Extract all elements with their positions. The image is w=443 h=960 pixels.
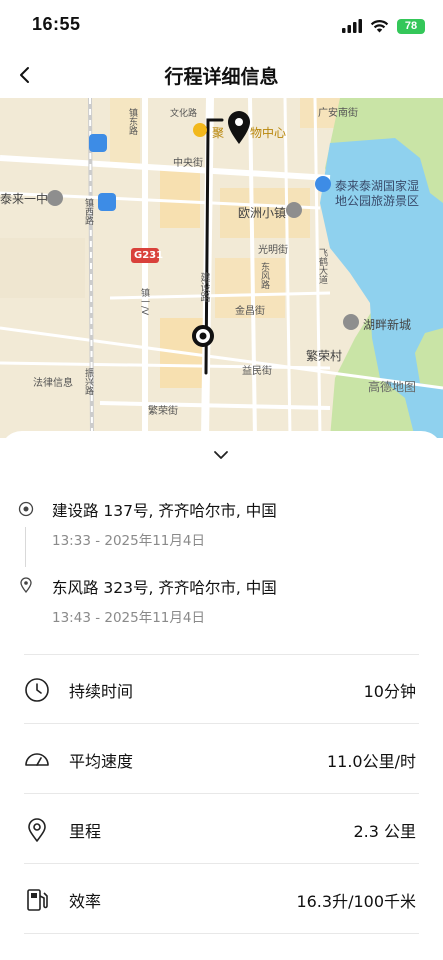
start-address: 建设路 137号, 齐齐哈尔市, 中国: [52, 502, 277, 520]
map-label: 振兴路: [83, 368, 93, 395]
stat-label: 里程: [69, 822, 102, 841]
route-map[interactable]: 文化路 聚 物中心 广安南街 中央街 泰来泰湖国家湿 地公园旅游景区 泰来一中 …: [0, 98, 443, 438]
end-time: 13:43 - 2025年11月4日: [52, 610, 205, 626]
map-label: 高德地图: [368, 380, 417, 394]
map-label: 欧洲小镇: [238, 206, 287, 220]
map-label: G231: [134, 250, 164, 261]
map-label: 文化路: [170, 109, 198, 119]
stat-efficiency: 效率 16.3升/100千米: [0, 866, 443, 934]
map-label: 繁荣村: [306, 349, 343, 363]
map-label: 物中心: [250, 126, 287, 140]
fuel-pump-icon: [27, 889, 48, 911]
map-label: 镇西路: [83, 198, 93, 225]
signal-icon: [342, 19, 362, 33]
end-point-icon: [20, 577, 32, 593]
battery-indicator: 78: [397, 18, 425, 34]
map-label: 光明街: [258, 245, 288, 256]
speedometer-icon: [25, 753, 49, 766]
stat-distance: 里程 2.3 公里: [0, 796, 443, 864]
divider: [24, 654, 419, 655]
stat-label: 平均速度: [69, 752, 134, 771]
stat-duration: 持续时间 10分钟: [0, 656, 443, 724]
stat-value: 11.0公里/时: [326, 752, 416, 771]
map-label: 镇一/V: [139, 288, 149, 316]
end-address: 东风路 323号, 齐齐哈尔市, 中国: [52, 579, 277, 597]
stat-value: 16.3升/100千米: [296, 892, 416, 911]
divider: [24, 933, 419, 934]
route-connector: [25, 527, 26, 567]
stat-label: 持续时间: [69, 682, 134, 701]
map-label: 湖畔新城: [363, 318, 412, 332]
map-label: 金昌街: [235, 306, 265, 317]
stat-label: 效率: [69, 892, 102, 911]
wifi-icon: [370, 19, 389, 33]
map-label: 中央街: [173, 158, 203, 169]
stat-average-speed: 平均速度 11.0公里/时: [0, 726, 443, 794]
stat-value: 2.3 公里: [353, 822, 416, 841]
map-label: 东风路: [259, 262, 269, 289]
map-label: 地公园旅游景区: [335, 194, 420, 208]
divider: [24, 793, 419, 794]
chevron-down-icon[interactable]: [206, 443, 236, 467]
map-label: 建设路: [198, 272, 209, 302]
stat-value: 10分钟: [363, 682, 416, 701]
status-time: 16:55: [32, 14, 81, 34]
map-label: 法律信息: [33, 378, 73, 389]
status-icons: 78: [342, 16, 425, 36]
location-pin-icon: [28, 818, 46, 842]
map-label: 益民街: [242, 366, 272, 377]
map-label: 镇东路: [127, 108, 137, 135]
map-label: 泰来一中: [0, 192, 49, 206]
divider: [24, 723, 419, 724]
start-point-icon: [18, 501, 34, 517]
map-label: 飞鹤大道: [317, 248, 327, 284]
map-label: 广安南街: [318, 108, 358, 119]
divider: [24, 863, 419, 864]
status-bar: 16:55 78: [0, 0, 443, 52]
start-time: 13:33 - 2025年11月4日: [52, 533, 205, 549]
map-label: 繁荣街: [148, 406, 178, 417]
nav-bar: 行程详细信息: [0, 52, 443, 98]
page-title: 行程详细信息: [164, 66, 279, 88]
map-label: 聚: [212, 126, 225, 140]
clock-icon: [25, 678, 49, 702]
